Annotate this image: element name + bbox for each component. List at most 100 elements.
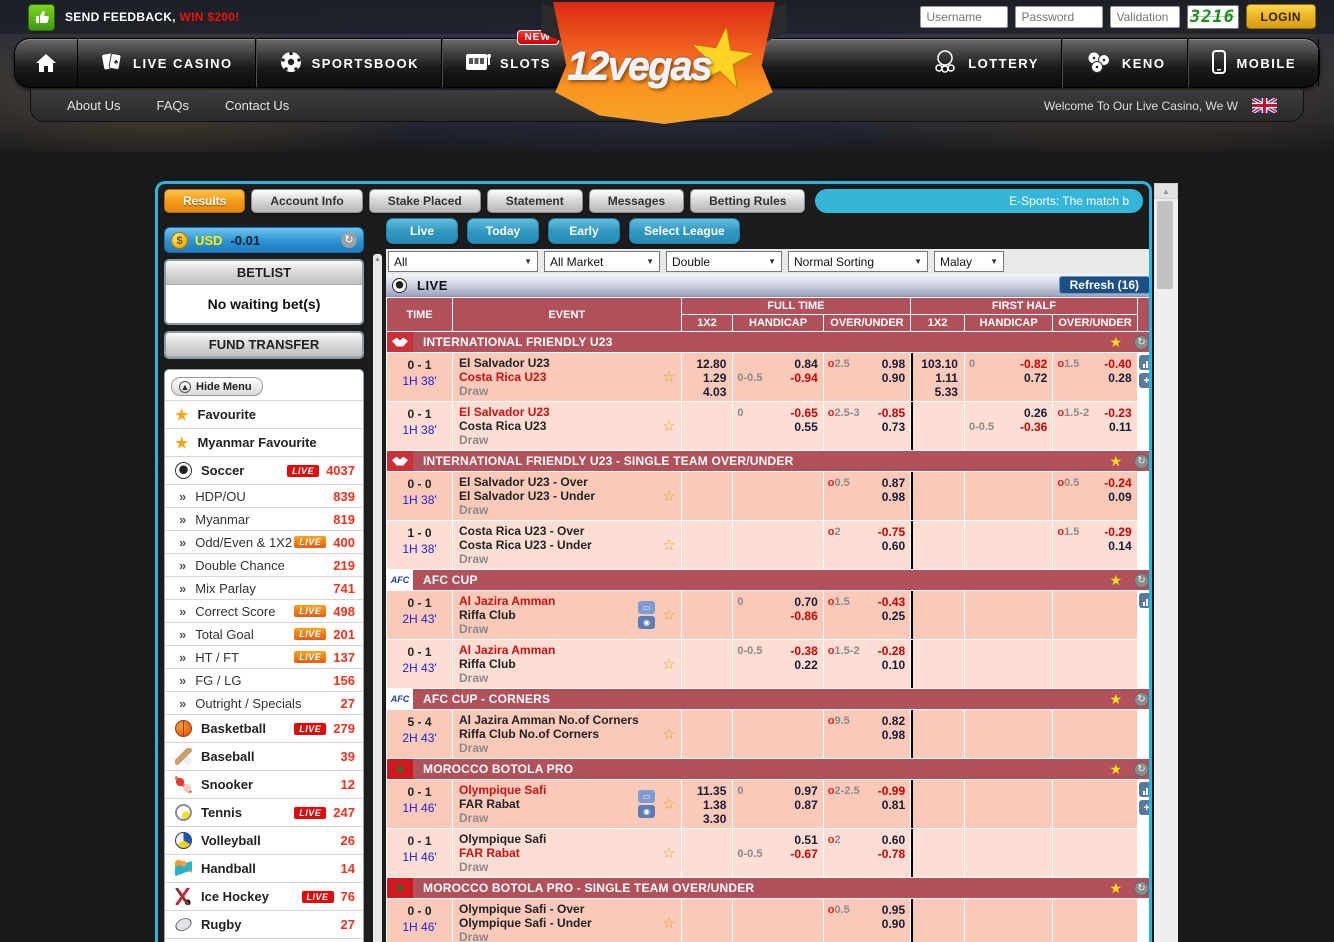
odds-1x2-cell[interactable] [682,710,733,758]
odds-value[interactable]: 0.81 [882,798,905,812]
stats-chart-icon[interactable] [1139,782,1152,797]
odds-1x2-cell[interactable] [911,640,964,688]
sidebar-item-ice-hockey[interactable]: Ice HockeyLIVE76 [165,882,363,910]
team-name[interactable]: Olympique Safi - Over [459,902,659,916]
refresh-icon[interactable]: ↻ [1134,762,1149,777]
odds-cell[interactable]: o2.5-3-0.850.73 [824,402,910,450]
team-name[interactable]: Riffa Club [459,608,638,622]
site-logo[interactable]: ★ 12vegas [553,2,775,126]
favourite-star-icon[interactable]: ☆ [662,914,675,932]
nav-item-live-casino[interactable]: ♠LIVE CASINO [78,39,256,87]
odds-cell[interactable]: 0-0.5-0.380.22 [733,640,822,688]
odds-cell[interactable]: o1.5-0.290.14 [1053,521,1136,569]
odds-value[interactable]: -0.24 [1104,476,1131,490]
odds-1x2-cell[interactable] [682,829,733,877]
odds-cell[interactable] [1053,591,1136,639]
odds-cell[interactable]: o9.50.820.98 [824,710,910,758]
odds-cell[interactable]: o1.5-0.400.28 [1053,353,1136,401]
refresh-button[interactable]: Refresh (16) [1059,276,1150,294]
odds-value[interactable]: 0.55 [794,420,817,434]
odds-1x2-cell[interactable]: 12.801.294.03 [682,353,733,401]
team-name[interactable]: Riffa Club [459,657,659,671]
odds-value[interactable]: 0.09 [1108,490,1131,504]
odds-value[interactable]: 0.90 [882,371,905,385]
team-name[interactable]: Draw [459,860,659,874]
favourite-star-icon[interactable]: ☆ [662,417,675,435]
refresh-icon[interactable]: ↻ [1134,335,1149,350]
odds-value[interactable]: 103.10 [915,357,958,371]
odds-cell[interactable]: o2-2.5-0.990.81 [824,780,910,828]
tab-stake-placed[interactable]: Stake Placed [369,189,481,213]
team-name[interactable]: Draw [459,433,659,447]
odds-cell[interactable] [965,591,1052,639]
scroll-up-arrow-icon[interactable]: ▲ [1154,183,1178,199]
subnav-link-contact-us[interactable]: Contact Us [225,98,289,113]
odds-value[interactable]: 1.29 [684,371,727,385]
odds-cell[interactable]: 00.70-0.86 [733,591,822,639]
odds-value[interactable]: 0.84 [794,357,817,371]
favourite-star-icon[interactable]: ☆ [662,725,675,743]
odds-cell[interactable] [733,472,822,520]
odds-cell[interactable]: o0.5-0.240.09 [1053,472,1136,520]
favourite-star-icon[interactable]: ★ [1109,880,1122,897]
validation-field[interactable] [1110,6,1180,28]
odds-value[interactable]: -0.82 [1020,357,1047,371]
live-tv-icon[interactable]: ▭ [638,601,655,614]
sidebar-item-ht-ft[interactable]: »HT / FTLIVE137 [165,645,363,668]
odds-1x2-cell[interactable] [682,521,733,569]
balance-refresh-icon[interactable]: ↻ [341,232,357,248]
team-name[interactable]: Al Jazira Amman [459,643,659,657]
odds-value[interactable]: 0.73 [882,420,905,434]
dropdown-all[interactable]: All▼ [388,251,538,272]
odds-value[interactable]: 0.10 [882,658,905,672]
favourite-star-icon[interactable]: ☆ [662,368,675,386]
betlist-header[interactable]: BETLIST [166,261,362,285]
password-field[interactable] [1015,6,1103,28]
team-name[interactable]: El Salvador U23 [459,356,659,370]
favourite-star-icon[interactable]: ☆ [662,844,675,862]
match-tracker-icon[interactable]: ◉ [638,616,655,629]
odds-value[interactable]: -0.28 [878,644,905,658]
odds-1x2-cell[interactable] [682,640,733,688]
nav-item-lottery[interactable]: LOTTERY [909,39,1062,87]
odds-1x2-cell[interactable] [911,829,964,877]
dropdown-malay[interactable]: Malay▼ [934,251,1004,272]
team-name[interactable]: FAR Rabat [459,846,659,860]
odds-value[interactable]: 4.03 [684,385,727,399]
odds-value[interactable]: 0.87 [794,798,817,812]
odds-cell[interactable] [965,780,1052,828]
odds-cell[interactable]: 0.840-0.5-0.94 [733,353,822,401]
sidebar-item-handball[interactable]: Handball14 [165,854,363,882]
team-name[interactable]: Olympique Safi [459,832,659,846]
sidebar-item-tennis[interactable]: TennisLIVE247 [165,798,363,826]
stats-chart-icon[interactable] [1139,593,1152,608]
odds-1x2-cell[interactable] [911,402,964,450]
sidebar-item-double-chance[interactable]: »Double Chance219 [165,553,363,576]
match-tracker-icon[interactable]: ◉ [638,805,655,818]
odds-value[interactable]: 0.25 [882,609,905,623]
odds-value[interactable]: -0.94 [790,371,817,385]
sidebar-item-odd-even-1x2[interactable]: »Odd/Even & 1X2LIVE400 [165,530,363,553]
sidebar-item-soccer[interactable]: SoccerLIVE4037 [165,456,363,484]
odds-value[interactable]: 0.72 [1024,371,1047,385]
favourite-star-icon[interactable]: ☆ [662,655,675,673]
stats-chart-icon[interactable] [1139,355,1152,370]
odds-1x2-cell[interactable] [682,472,733,520]
team-name[interactable]: El Salvador U23 - Under [459,489,659,503]
odds-cell[interactable]: 0-0.650.55 [733,402,822,450]
dropdown-normal-sorting[interactable]: Normal Sorting▼ [788,251,928,272]
odds-value[interactable]: -0.67 [790,847,817,861]
odds-cell[interactable]: o20.60-0.78 [824,829,910,877]
team-name[interactable]: Draw [459,741,659,755]
nav-item-mobile[interactable]: MOBILE [1188,39,1319,87]
team-name[interactable]: Draw [459,671,659,685]
odds-cell[interactable]: 0-0.820.72 [965,353,1052,401]
odds-value[interactable]: -0.29 [1104,525,1131,539]
sidebar-item-baseball[interactable]: Baseball39 [165,742,363,770]
odds-cell[interactable] [1053,899,1136,942]
odds-cell[interactable]: o2-0.750.60 [824,521,910,569]
odds-1x2-cell[interactable] [682,899,733,942]
subnav-link-about-us[interactable]: About Us [67,98,120,113]
team-name[interactable]: Draw [459,503,659,517]
odds-cell[interactable]: 00.970.87 [733,780,822,828]
